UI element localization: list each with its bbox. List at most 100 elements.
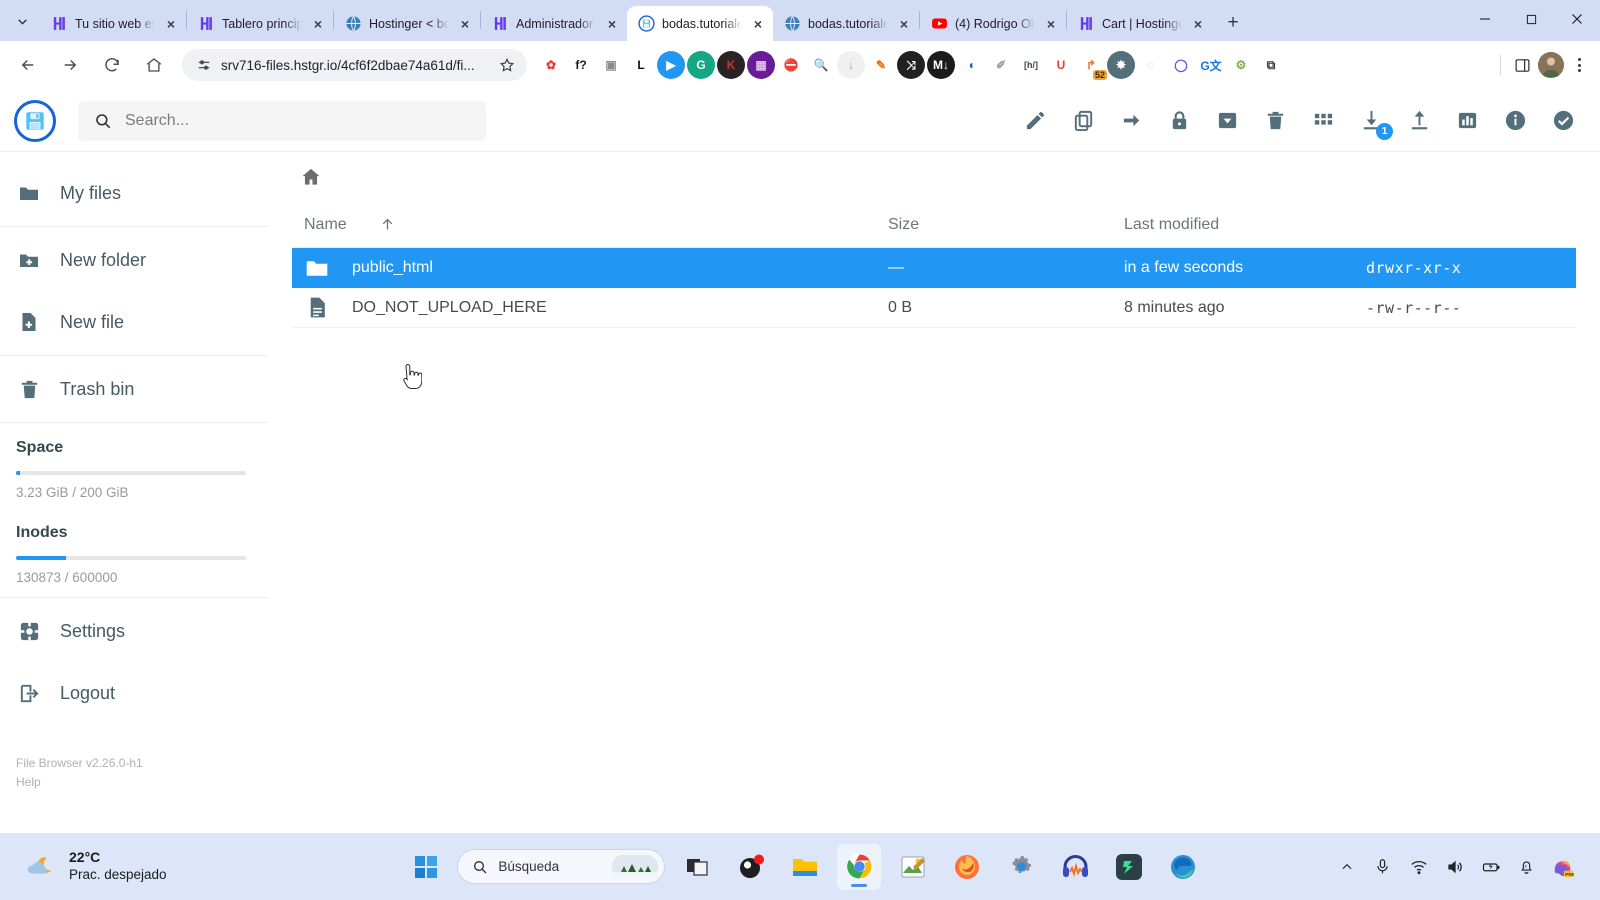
- obs-studio-icon[interactable]: [729, 844, 773, 890]
- lastpass-extension[interactable]: L: [627, 51, 655, 79]
- sidebar-item-trash-bin[interactable]: Trash bin: [0, 358, 268, 420]
- sidebar-item-logout[interactable]: Logout: [0, 662, 268, 724]
- adblock-extension[interactable]: ⛔: [777, 51, 805, 79]
- hunter-extension[interactable]: [h/]: [1017, 51, 1045, 79]
- edit-extension[interactable]: ✐: [987, 51, 1015, 79]
- info-action[interactable]: [1502, 108, 1528, 134]
- browser-tab[interactable]: Administrador d ×: [481, 6, 627, 41]
- keepa-extension[interactable]: K: [717, 51, 745, 79]
- copilot-icon[interactable]: PRE: [1552, 856, 1574, 878]
- browser-tab[interactable]: Hostinger < bod ×: [334, 6, 480, 41]
- forward-arrow-icon[interactable]: [54, 49, 86, 81]
- task-view-icon[interactable]: [675, 844, 719, 890]
- chevron-down-icon[interactable]: [4, 3, 40, 39]
- close-icon[interactable]: ×: [749, 15, 767, 33]
- droplet-extension[interactable]: ◌: [1137, 51, 1165, 79]
- sidebar-item-my-files[interactable]: My files: [0, 162, 268, 224]
- archive-action[interactable]: [1214, 108, 1240, 134]
- new-tab-button[interactable]: +: [1219, 9, 1247, 37]
- close-icon[interactable]: ×: [603, 15, 621, 33]
- download-action[interactable]: 1: [1358, 108, 1393, 140]
- rename-action[interactable]: [1022, 108, 1048, 134]
- column-header-size[interactable]: Size: [888, 216, 1124, 234]
- taskbar-search-input[interactable]: Búsqueda: [457, 849, 666, 884]
- browser-tab[interactable]: Tu sitio web está ×: [40, 6, 186, 41]
- puzzle-extension[interactable]: ✸: [1107, 51, 1135, 79]
- filmora-icon[interactable]: [1107, 844, 1151, 890]
- close-icon[interactable]: ×: [456, 15, 474, 33]
- browser-tab[interactable]: bodas.tutorialesr ×: [773, 6, 919, 41]
- site-settings-icon[interactable]: [196, 57, 212, 73]
- close-button[interactable]: [1554, 0, 1600, 38]
- ubersuggest-extension[interactable]: U: [1047, 51, 1075, 79]
- ring-extension[interactable]: ◯: [1167, 51, 1195, 79]
- search-input[interactable]: Search...: [78, 100, 486, 141]
- home-icon[interactable]: [300, 166, 322, 188]
- notifications-bell-icon[interactable]: z: [1516, 856, 1538, 878]
- fontface-ninja-extension[interactable]: f?: [567, 51, 595, 79]
- close-icon[interactable]: ×: [895, 15, 913, 33]
- column-header-name[interactable]: Name: [292, 216, 888, 234]
- switch-view-action[interactable]: [1310, 108, 1336, 134]
- address-bar[interactable]: srv716-files.hstgr.io/4cf6f2dbae74a61d/f…: [182, 49, 527, 81]
- google-chrome-icon[interactable]: [837, 843, 882, 890]
- seo-magnifier-extension[interactable]: 🔍: [807, 51, 835, 79]
- sidebar-item-new-folder[interactable]: New folder: [0, 229, 268, 291]
- delete-action[interactable]: [1262, 108, 1288, 134]
- battery-charging-icon[interactable]: [1480, 856, 1502, 878]
- stats-action[interactable]: [1454, 108, 1480, 134]
- paint-extension[interactable]: ✎: [867, 51, 895, 79]
- upload-action[interactable]: [1406, 108, 1432, 134]
- video-downloader-extension[interactable]: ▶: [657, 51, 685, 79]
- dropbox-save-extension[interactable]: ↱ 52: [1077, 51, 1107, 80]
- browser-tab-active[interactable]: bodas.tutorialesr ×: [627, 6, 773, 41]
- markdown-extension[interactable]: M↓: [927, 51, 955, 79]
- show-hidden-icons-chevron[interactable]: [1336, 856, 1358, 878]
- settings-icon[interactable]: [999, 844, 1043, 890]
- google-translate-extension[interactable]: G文: [1197, 51, 1225, 79]
- firefox-icon[interactable]: [945, 844, 989, 890]
- table-row[interactable]: public_html — in a few seconds drwxr-xr-x: [292, 248, 1576, 288]
- screenshot-extension[interactable]: ▣: [597, 51, 625, 79]
- three-dot-menu-icon[interactable]: [1566, 52, 1592, 78]
- star-icon[interactable]: [499, 57, 515, 73]
- column-header-last-modified[interactable]: Last modified: [1124, 216, 1366, 234]
- microsoft-edge-icon[interactable]: [1161, 844, 1205, 890]
- wifi-icon[interactable]: [1408, 856, 1430, 878]
- windows-start-icon[interactable]: [405, 846, 447, 888]
- table-row[interactable]: DO_NOT_UPLOAD_HERE 0 B 8 minutes ago -rw-r-…: [292, 288, 1576, 328]
- select-all-action[interactable]: [1550, 108, 1576, 134]
- microphone-icon[interactable]: [1372, 856, 1394, 878]
- similarweb-extension[interactable]: ◖: [957, 51, 985, 79]
- cell-name[interactable]: public_html: [292, 255, 888, 281]
- audacity-icon[interactable]: [1053, 844, 1097, 890]
- close-icon[interactable]: ×: [1189, 15, 1207, 33]
- paint-icon[interactable]: [891, 844, 935, 890]
- floppy-disk-logo[interactable]: [14, 99, 56, 142]
- move-action[interactable]: [1118, 108, 1144, 134]
- analytics-extension[interactable]: ▦: [747, 51, 775, 79]
- side-panel-icon[interactable]: [1508, 51, 1536, 79]
- permissions-action[interactable]: [1166, 108, 1192, 134]
- grammarly-extension[interactable]: G: [687, 51, 715, 79]
- weather-widget[interactable]: 22°C Prac. despejado: [10, 849, 340, 883]
- reload-icon[interactable]: [96, 49, 128, 81]
- user-avatar[interactable]: [1538, 52, 1564, 78]
- extensions-puzzle-icon[interactable]: ⧉: [1257, 51, 1285, 79]
- back-arrow-icon[interactable]: [12, 49, 44, 81]
- cell-name[interactable]: DO_NOT_UPLOAD_HERE: [292, 295, 888, 321]
- pocket-extension[interactable]: ↓: [837, 51, 865, 79]
- maximize-button[interactable]: [1508, 0, 1554, 38]
- volume-icon[interactable]: [1444, 856, 1466, 878]
- snowy-trees-thumbnail[interactable]: [612, 854, 659, 879]
- minimize-button[interactable]: [1462, 0, 1508, 38]
- hypothesis-extension[interactable]: ⤨: [897, 51, 925, 79]
- close-icon[interactable]: ×: [309, 15, 327, 33]
- home-icon[interactable]: [138, 49, 170, 81]
- browser-tab[interactable]: Tablero principal ×: [187, 6, 333, 41]
- close-icon[interactable]: ×: [162, 15, 180, 33]
- help-link[interactable]: Help: [16, 773, 268, 792]
- copy-action[interactable]: [1070, 108, 1096, 134]
- browser-tab[interactable]: Cart | Hostinger ×: [1067, 6, 1213, 41]
- color-wheel-extension[interactable]: ✿: [537, 51, 565, 79]
